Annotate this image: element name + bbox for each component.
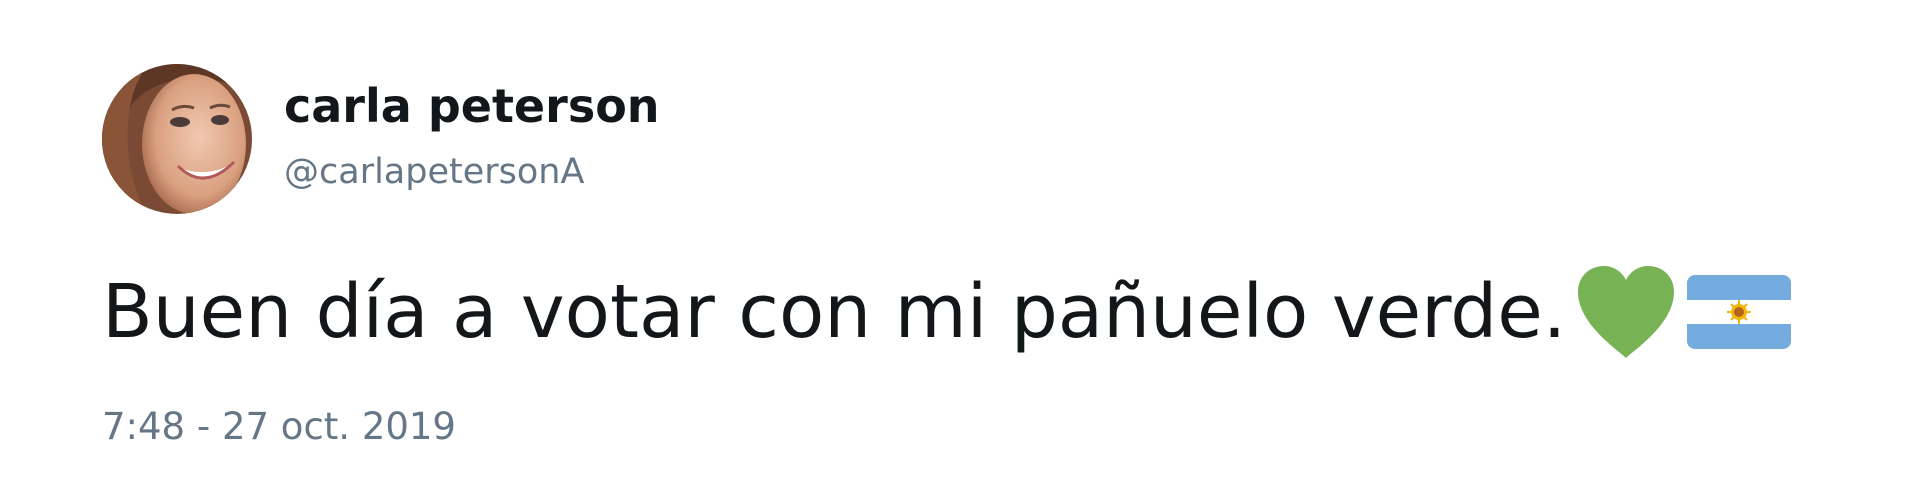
green-heart-icon [1574,264,1678,360]
tweet-text: Buen día a votar con mi pañuelo verde. [102,262,1792,362]
avatar[interactable] [102,64,252,214]
tweet-card: carla peterson @carlapetersonA Buen día … [0,0,1920,489]
argentina-flag-icon [1686,274,1792,350]
tweet-text-content: Buen día a votar con mi pañuelo verde. [102,269,1567,355]
display-name[interactable]: carla peterson [284,78,660,134]
user-handle[interactable]: @carlapetersonA [284,150,584,194]
tweet-timestamp[interactable]: 7:48 - 27 oct. 2019 [102,404,456,450]
avatar-image [102,64,252,214]
